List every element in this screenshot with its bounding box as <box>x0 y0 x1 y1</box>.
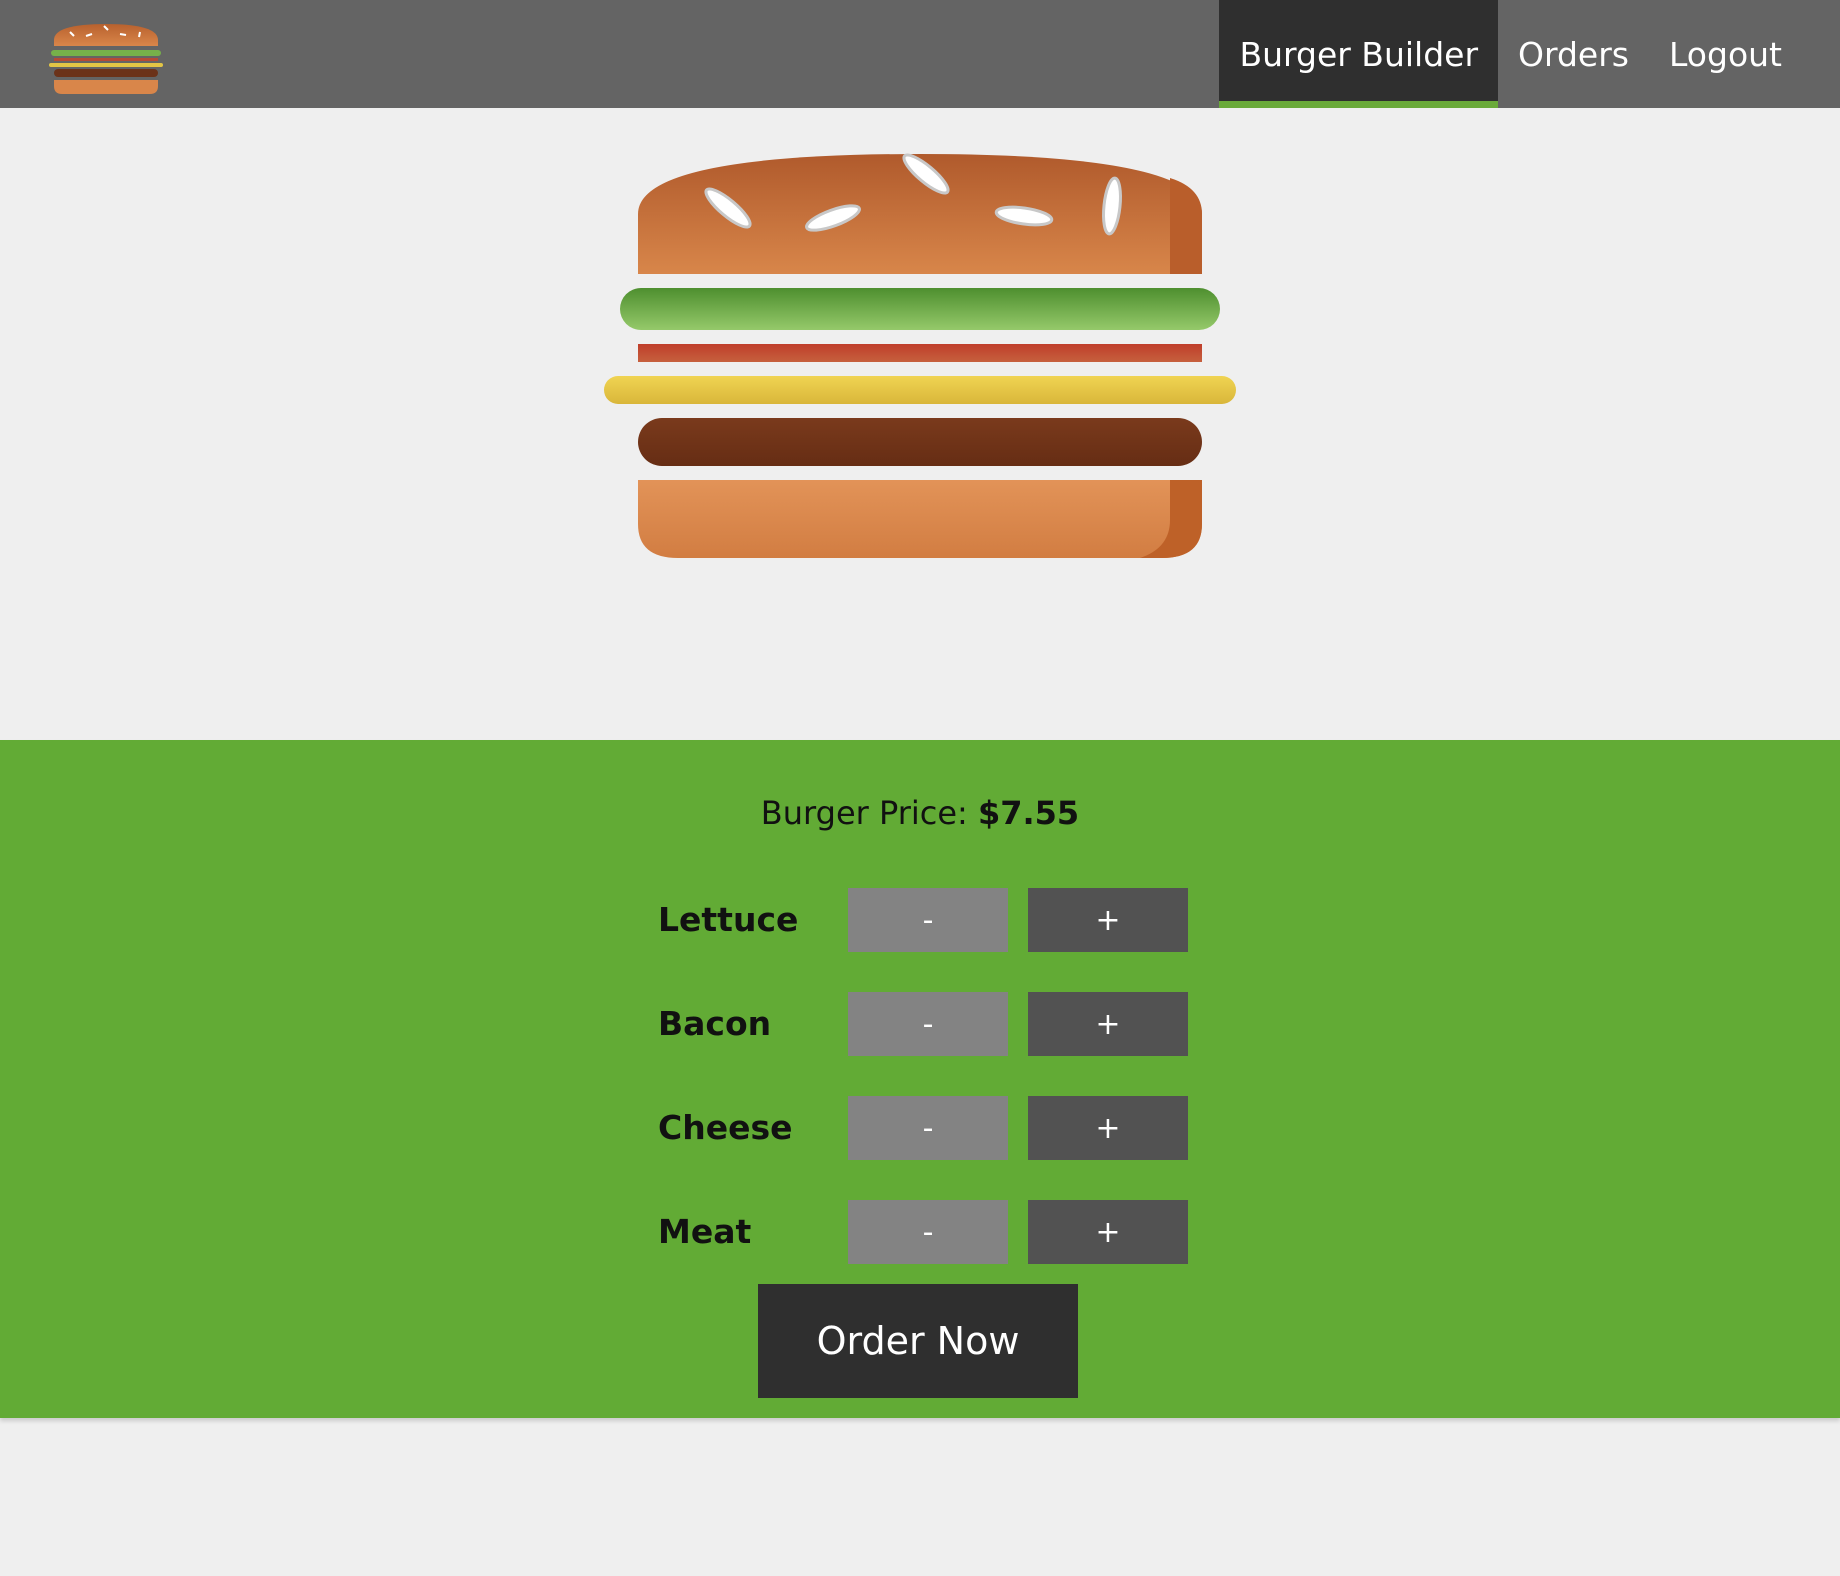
build-controls: Burger Price: $7.55 Lettuce - + Bacon - … <box>0 740 1840 1418</box>
nav-burger-builder[interactable]: Burger Builder <box>1219 0 1499 108</box>
order-now-button[interactable]: Order Now <box>758 1284 1078 1398</box>
toolbar: Burger Builder Orders Logout <box>0 0 1840 108</box>
ingredient-label: Bacon <box>658 1004 772 1043</box>
ingredient-controls: Lettuce - + Bacon - + Cheese - + Meat - … <box>658 888 1198 1304</box>
bread-top <box>638 153 1202 274</box>
lettuce-layer <box>620 288 1220 330</box>
cheese-less-button[interactable]: - <box>848 1096 1008 1160</box>
nav-orders[interactable]: Orders <box>1498 0 1649 108</box>
lettuce-more-button[interactable]: + <box>1028 888 1188 952</box>
meat-layer <box>638 418 1202 466</box>
price-value: $7.55 <box>977 794 1080 832</box>
burger-illustration <box>604 153 1236 558</box>
control-row-cheese: Cheese - + <box>658 1096 1198 1200</box>
ingredient-label: Meat <box>658 1212 752 1251</box>
cheese-layer <box>604 376 1236 404</box>
burger-preview <box>0 108 1840 740</box>
burger-price: Burger Price: $7.55 <box>0 794 1840 832</box>
price-label: Burger Price: <box>760 794 968 832</box>
burger-logo-icon[interactable] <box>46 20 166 96</box>
nav-logout[interactable]: Logout <box>1649 0 1840 108</box>
bread-bottom <box>638 480 1202 558</box>
meat-less-button[interactable]: - <box>848 1200 1008 1264</box>
bacon-less-button[interactable]: - <box>848 992 1008 1056</box>
burger-logo-graphic <box>49 24 163 94</box>
bacon-layer <box>638 344 1202 362</box>
ingredient-label: Lettuce <box>658 900 799 939</box>
bacon-more-button[interactable]: + <box>1028 992 1188 1056</box>
control-row-bacon: Bacon - + <box>658 992 1198 1096</box>
lettuce-less-button[interactable]: - <box>848 888 1008 952</box>
cheese-more-button[interactable]: + <box>1028 1096 1188 1160</box>
meat-more-button[interactable]: + <box>1028 1200 1188 1264</box>
main-nav: Burger Builder Orders Logout <box>1219 0 1840 108</box>
ingredient-label: Cheese <box>658 1108 793 1147</box>
control-row-lettuce: Lettuce - + <box>658 888 1198 992</box>
